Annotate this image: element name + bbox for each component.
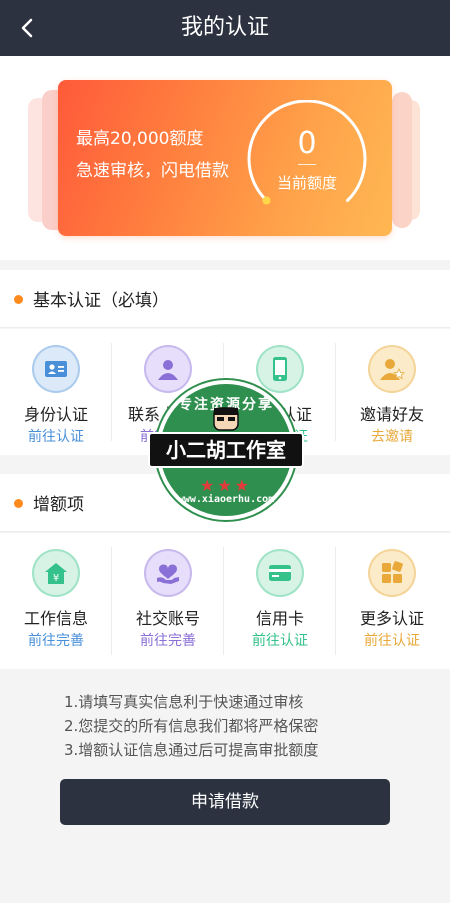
extra-item-action[interactable]: 前往完善 xyxy=(0,630,112,650)
section-dot-icon xyxy=(14,499,23,508)
extra-item-work[interactable]: ¥ 工作信息 前往完善 xyxy=(0,533,112,669)
extra-item-social[interactable]: 社交账号 前往完善 xyxy=(112,533,224,669)
work-info-icon: ¥ xyxy=(45,563,67,584)
extra-item-action[interactable]: 前往认证 xyxy=(336,630,448,650)
section-dot-icon xyxy=(14,295,23,304)
invite-icon-circle xyxy=(368,345,416,393)
extra-item-creditcard[interactable]: 信用卡 前往认证 xyxy=(224,533,336,669)
auth-item-action[interactable]: 前往认证 xyxy=(224,426,336,446)
auth-item-action[interactable]: 去邀请 xyxy=(336,426,448,446)
apply-loan-button[interactable]: 申请借款 xyxy=(60,779,390,825)
basic-section-header: 基本认证（必填） xyxy=(0,270,450,328)
credit-card-icon xyxy=(269,565,291,581)
note-line: 2.您提交的所有信息我们都将严格保密 xyxy=(64,717,319,735)
extra-section-header: 增额项 xyxy=(0,474,450,532)
social-icon-circle xyxy=(144,549,192,597)
phone-icon-circle xyxy=(256,345,304,393)
max-limit-text: 最高20,000额度 xyxy=(76,129,204,149)
identity-icon-circle xyxy=(32,345,80,393)
current-amount-value: 0 xyxy=(297,126,317,161)
extra-item-name: 工作信息 xyxy=(23,609,88,628)
fast-review-text: 急速审核，闪电借款 xyxy=(76,161,229,181)
more-icon-circle xyxy=(368,549,416,597)
extra-item-action[interactable]: 前往认证 xyxy=(224,630,336,650)
invite-friend-icon xyxy=(380,359,405,380)
auth-item-action[interactable]: 前往认证 xyxy=(0,426,112,446)
svg-text:¥: ¥ xyxy=(53,573,59,584)
gauge-divider xyxy=(298,164,316,165)
extra-item-action[interactable]: 前往完善 xyxy=(112,630,224,650)
note-line: 1.请填写真实信息利于快速通过审核 xyxy=(64,693,304,711)
note-line: 3.增额认证信息通过后可提高审批额度 xyxy=(64,741,319,759)
phone-icon xyxy=(273,357,287,381)
auth-item-phone[interactable]: 手机认证 前往认证 xyxy=(224,329,336,455)
current-amount-label: 当前额度 xyxy=(276,174,337,192)
basic-section-title: 基本认证（必填） xyxy=(33,291,169,311)
credit-card-section: 最高20,000额度 急速审核，闪电借款 0 当前额度 xyxy=(0,56,450,260)
id-card-icon xyxy=(45,361,67,377)
top-bar: 我的认证 xyxy=(0,0,450,56)
extra-item-more[interactable]: 更多认证 前往认证 xyxy=(336,533,448,669)
contact-person-icon xyxy=(158,360,178,380)
auth-item-name: 邀请好友 xyxy=(359,405,424,424)
contact-icon-circle xyxy=(144,345,192,393)
auth-item-action[interactable]: 前往认证 xyxy=(112,426,224,446)
auth-item-identity[interactable]: 身份认证 前往认证 xyxy=(0,329,112,455)
auth-item-contact[interactable]: 联系人认证 前往认证 xyxy=(112,329,224,455)
extra-item-name: 更多认证 xyxy=(359,609,424,628)
more-auth-icon xyxy=(382,561,403,583)
work-icon-circle: ¥ xyxy=(32,549,80,597)
auth-item-invite[interactable]: 邀请好友 去邀请 xyxy=(336,329,448,455)
auth-item-name: 联系人认证 xyxy=(127,405,208,424)
extra-auth-grid: ¥ 工作信息 前往完善 社交账号 前往完善 信用卡 前往认证 更多认证 前往认证 xyxy=(0,533,450,669)
card-shadow-right-inner xyxy=(392,92,412,228)
extra-item-name: 信用卡 xyxy=(255,609,304,628)
page-title: 我的认证 xyxy=(180,15,269,40)
extra-item-name: 社交账号 xyxy=(135,609,200,628)
auth-item-name: 身份认证 xyxy=(23,405,88,424)
credit-limit-card[interactable]: 最高20,000额度 急速审核，闪电借款 0 当前额度 xyxy=(58,80,392,236)
auth-item-name: 手机认证 xyxy=(247,405,312,424)
social-account-icon xyxy=(157,564,179,584)
creditcard-icon-circle xyxy=(256,549,304,597)
notes-list: 1.请填写真实信息利于快速通过审核 2.您提交的所有信息我们都将严格保密 3.增… xyxy=(64,690,404,762)
extra-section-title: 增额项 xyxy=(33,495,84,515)
basic-auth-grid: 身份认证 前往认证 联系人认证 前往认证 手机认证 前往认证 邀请好友 去邀请 xyxy=(0,329,450,455)
